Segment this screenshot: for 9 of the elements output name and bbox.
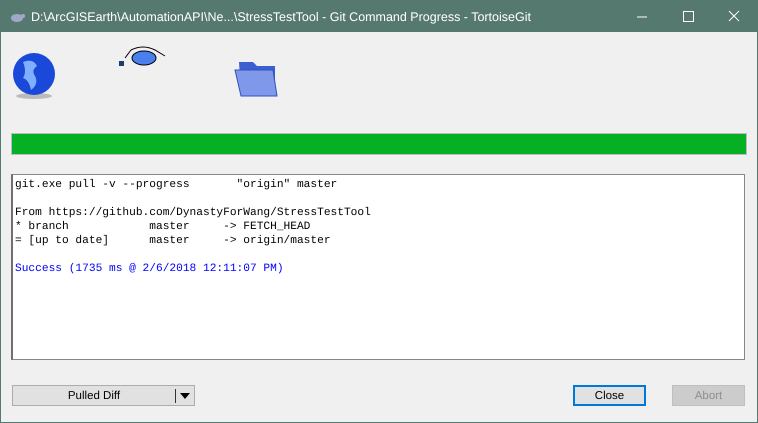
push-button[interactable]: Close xyxy=(573,385,646,406)
split-button[interactable]: Pulled Diff xyxy=(12,385,195,406)
globe-icon xyxy=(11,52,57,100)
window-title: D:\ArcGISEarth\AutomationAPI\Ne...\StressTestTool - Git Command Progress - TortoiseGit xyxy=(31,10,531,24)
log-line: = [up to date] master -> origin/master xyxy=(15,234,332,248)
log-line: From https://github.com/DynastyForWang/StressTestTool xyxy=(15,206,372,220)
log-line: * branch master -> FETCH_HEAD xyxy=(15,220,312,234)
log-line: git.exe pull -v --progress "origin" master xyxy=(15,178,338,192)
success-message: Success (1735 ms @ 2/6/2018 12:11:07 PM) xyxy=(15,262,285,276)
